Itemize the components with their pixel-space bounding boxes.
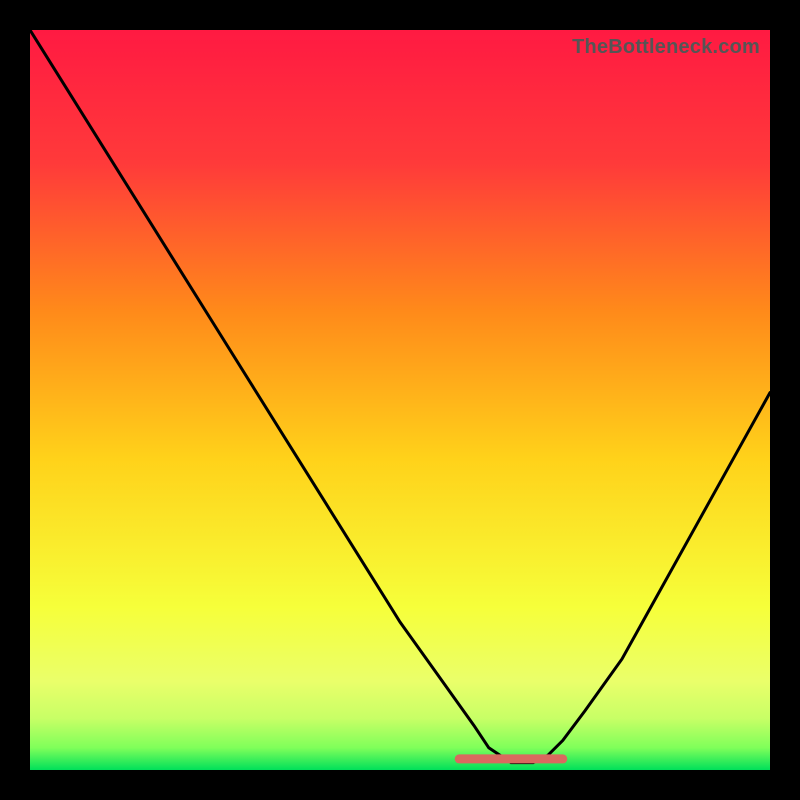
chart-svg: [30, 30, 770, 770]
watermark-text: TheBottleneck.com: [572, 36, 760, 59]
chart-frame: TheBottleneck.com: [30, 30, 770, 770]
heat-gradient-background: [30, 30, 770, 770]
